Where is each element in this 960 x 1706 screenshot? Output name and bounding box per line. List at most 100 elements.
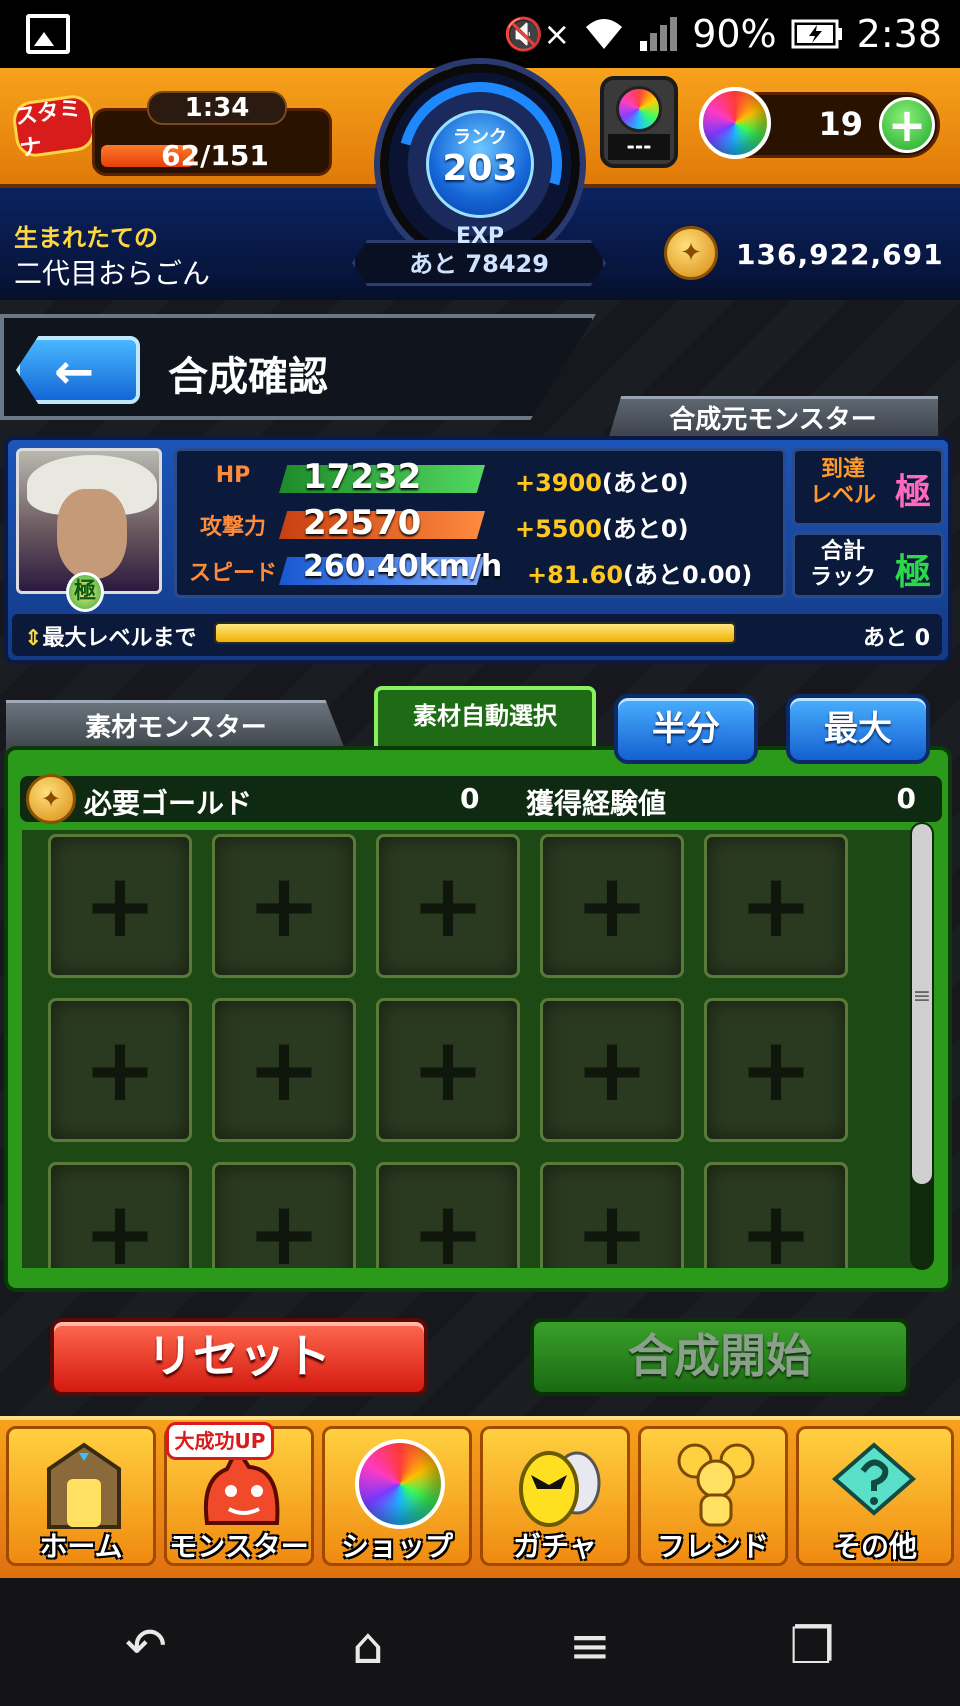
orb-counter: 19 + — [699, 87, 940, 159]
clock: 2:38 — [856, 12, 942, 56]
rank-badge: ランク 203 — [426, 110, 534, 218]
friends-icon — [677, 1443, 755, 1527]
nav-gacha[interactable]: ガチャ — [480, 1426, 630, 1566]
material-slot[interactable]: + — [48, 1162, 192, 1268]
gauge-value: --- — [608, 134, 670, 160]
home-gate-icon — [47, 1442, 121, 1529]
material-slot[interactable]: + — [376, 834, 520, 978]
material-slot[interactable]: + — [376, 1162, 520, 1268]
stat-row-hp: HP 17232 +3900(あと0) — [187, 457, 787, 497]
material-slot[interactable]: + — [704, 834, 848, 978]
stat-name: HP — [215, 463, 251, 488]
stat-box: HP 17232 +3900(あと0) 攻撃力 22570 +5500(あと0)… — [174, 448, 786, 598]
add-material-icon: + — [411, 1182, 485, 1268]
material-slot[interactable]: + — [540, 834, 684, 978]
material-slot[interactable]: + — [212, 998, 356, 1142]
add-material-icon: + — [575, 1182, 649, 1268]
reach-level-box: 到達 レベル 極 — [792, 448, 944, 526]
nav-label: ガチャ — [513, 1530, 597, 1563]
nav-label: ショップ — [340, 1530, 453, 1563]
half-button[interactable]: 半分 — [614, 694, 758, 764]
add-material-icon: + — [83, 1182, 157, 1268]
nav-label: ホーム — [39, 1530, 123, 1563]
requirement-row: ✦ 必要ゴールド 0 獲得経験値 0 — [20, 774, 942, 824]
max-level-label: ⇕最大レベルまで — [24, 626, 197, 651]
add-material-icon: + — [411, 1018, 485, 1121]
required-gold-label: 必要ゴールド — [84, 787, 253, 820]
add-material-icon: + — [575, 854, 649, 957]
nav-label: モンスター — [169, 1530, 309, 1563]
shop-orb-icon — [355, 1439, 445, 1529]
material-slot[interactable]: + — [376, 998, 520, 1142]
stat-row-attack: 攻撃力 22570 +5500(あと0) — [187, 503, 787, 543]
battery-icon — [791, 19, 842, 49]
stat-bonus: +5500(あと0) — [515, 515, 689, 543]
system-menu-button[interactable]: ≡ — [558, 1618, 622, 1674]
auto-select-tab[interactable]: 素材自動選択 — [374, 686, 596, 746]
material-slot[interactable]: + — [48, 834, 192, 978]
battery-percent: 90% — [692, 12, 777, 56]
orb-icon — [699, 87, 771, 159]
page-title: 合成確認 — [168, 354, 328, 400]
system-recent-button[interactable]: ❐ — [780, 1618, 844, 1674]
add-material-icon: + — [247, 854, 321, 957]
stat-name: スピード — [188, 561, 277, 586]
start-fusion-button[interactable]: 合成開始 — [530, 1318, 910, 1396]
material-slot[interactable]: + — [212, 1162, 356, 1268]
nav-label: フレンド — [656, 1530, 769, 1563]
system-home-button[interactable]: ⌂ — [336, 1618, 400, 1674]
buy-orbs-button[interactable]: + — [879, 97, 935, 153]
gold-coin-icon: ✦ — [26, 774, 76, 824]
scroll-thumb[interactable]: ≡ — [912, 824, 932, 1184]
stat-name: 攻撃力 — [199, 515, 266, 540]
exp-label: EXP — [455, 224, 505, 249]
nav-label: その他 — [832, 1530, 917, 1563]
material-slot[interactable]: + — [212, 834, 356, 978]
back-arrow-icon: ← — [54, 344, 95, 400]
gained-exp-label: 獲得経験値 — [526, 787, 667, 820]
gauge-device[interactable]: --- — [600, 76, 678, 168]
nav-shop[interactable]: ショップ — [322, 1426, 472, 1566]
stamina-timer: 1:34 — [147, 91, 287, 125]
other-question-icon — [831, 1442, 917, 1516]
status-bar: 🔇× 90% 2:38 — [0, 0, 960, 68]
gained-exp-value: 0 — [896, 782, 916, 815]
total-luck-box: 合計 ラック 極 — [792, 532, 944, 598]
material-slot[interactable]: + — [540, 998, 684, 1142]
add-material-icon: + — [83, 854, 157, 957]
max-level-row: ⇕最大レベルまで あと 0 — [12, 614, 942, 656]
gacha-egg-icon — [519, 1451, 601, 1527]
stamina-icon: スタミナ — [10, 92, 98, 162]
great-success-badge: 大成功UP — [166, 1422, 274, 1460]
add-material-icon: + — [575, 1018, 649, 1121]
system-back-button[interactable]: ↶ — [114, 1618, 178, 1674]
nav-home[interactable]: ホーム — [6, 1426, 156, 1566]
nav-friend[interactable]: フレンド — [638, 1426, 788, 1566]
material-slot-grid: + + + + + + + + + + + + + + + — [22, 830, 922, 1268]
rainbow-orb-icon — [616, 86, 662, 132]
material-slot[interactable]: + — [540, 1162, 684, 1268]
max-level-remaining: あと 0 — [863, 626, 930, 651]
material-slot[interactable]: + — [704, 1162, 848, 1268]
material-monster-tab[interactable]: 素材モンスター — [6, 700, 346, 752]
stat-row-speed: スピード 260.40km/h +81.60(あと0.00) — [187, 549, 787, 589]
add-material-icon: + — [411, 854, 485, 957]
material-slot[interactable]: + — [704, 998, 848, 1142]
back-button[interactable]: ← — [16, 336, 140, 404]
nav-other[interactable]: その他 — [796, 1426, 954, 1566]
rank-label: ランク — [453, 127, 507, 148]
add-material-icon: + — [247, 1018, 321, 1121]
kiwame-badge: 極 — [66, 572, 104, 612]
stat-bonus: +3900(あと0) — [515, 469, 689, 497]
scrollbar[interactable]: ≡ — [910, 822, 934, 1270]
reach-level-value: 極 — [894, 472, 931, 513]
gold-amount: 136,922,691 — [736, 238, 944, 271]
material-slot[interactable]: + — [48, 998, 192, 1142]
stamina-bar: 1:34 62/151 — [92, 91, 332, 176]
player-title: 生まれたての — [14, 224, 158, 252]
max-level-fill — [216, 624, 734, 642]
max-button[interactable]: 最大 — [786, 694, 930, 764]
orb-count: 19 — [818, 105, 863, 143]
image-notification-icon — [26, 14, 70, 54]
reset-button[interactable]: リセット — [50, 1318, 428, 1396]
